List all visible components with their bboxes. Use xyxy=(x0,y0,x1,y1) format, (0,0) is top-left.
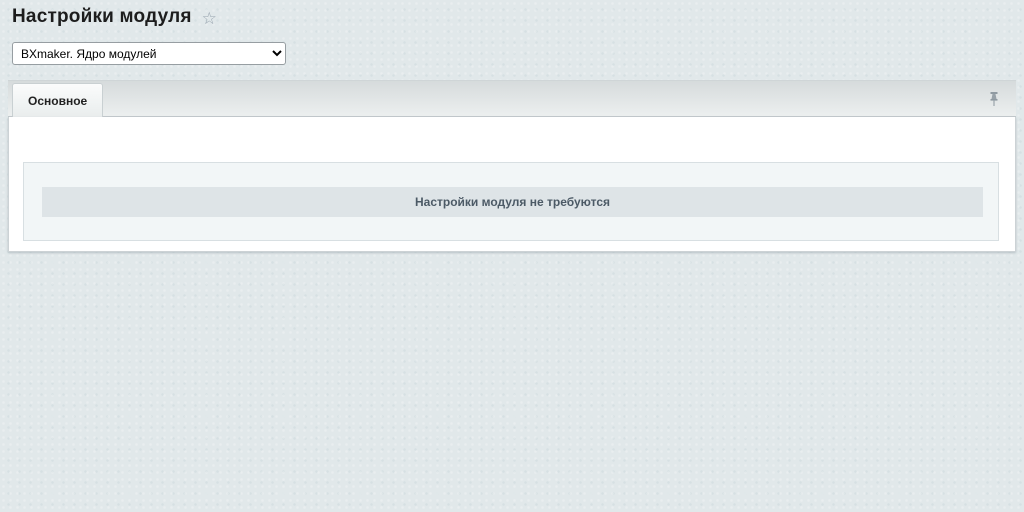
notice-text: Настройки модуля не требуются xyxy=(415,195,610,209)
notice-bar: Настройки модуля не требуются xyxy=(42,187,983,217)
tab-main-label: Основное xyxy=(28,94,87,108)
favorite-star-icon[interactable]: ☆ xyxy=(202,10,217,27)
page-header: Настройки модуля ☆ xyxy=(12,6,217,28)
pin-button[interactable] xyxy=(986,91,1002,107)
page-title: Настройки модуля xyxy=(12,6,192,28)
notice-box: Настройки модуля не требуются xyxy=(23,162,999,241)
module-select[interactable]: BXmaker. Ядро модулей xyxy=(12,42,286,65)
tab-main[interactable]: Основное xyxy=(12,83,103,117)
tab-strip: Основное xyxy=(8,80,1016,117)
pin-icon xyxy=(987,91,1001,107)
content-panel: Настройки модуля не требуются xyxy=(8,117,1016,252)
